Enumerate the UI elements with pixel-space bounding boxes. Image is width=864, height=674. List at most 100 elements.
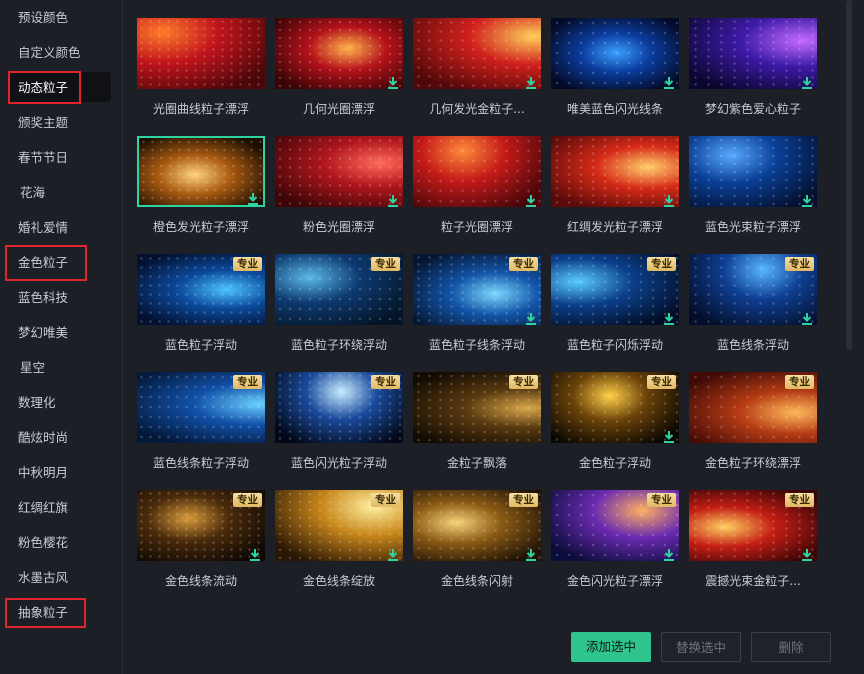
template-gallery: 光圈曲线粒子漂浮 几何光圈漂浮 几何发光金粒子... 唯美蓝色闪光线条 梦幻紫色爱心粒子… bbox=[123, 0, 864, 674]
download-icon[interactable] bbox=[247, 190, 259, 205]
download-icon[interactable] bbox=[525, 546, 537, 561]
template-title: 蓝色光束粒子漂浮 bbox=[704, 220, 801, 234]
template-card[interactable]: 专业 金色线条闪射 bbox=[413, 490, 541, 590]
sidebar-item[interactable]: 颁奖主题 bbox=[18, 113, 68, 133]
pro-badge: 专业 bbox=[509, 375, 538, 389]
sidebar-item[interactable]: 水墨古风 bbox=[18, 568, 68, 588]
template-thumbnail[interactable] bbox=[137, 136, 265, 207]
add-selected-button[interactable]: 添加选中 bbox=[571, 632, 651, 662]
delete-button[interactable]: 删除 bbox=[751, 632, 831, 662]
template-thumbnail[interactable]: 专业 bbox=[275, 254, 403, 325]
annotation-box-gold bbox=[5, 245, 87, 281]
particle-overlay bbox=[689, 136, 817, 207]
template-thumbnail[interactable]: 专业 bbox=[275, 490, 403, 561]
pro-badge: 专业 bbox=[785, 375, 814, 389]
template-thumbnail[interactable]: 专业 bbox=[137, 254, 265, 325]
template-thumbnail[interactable] bbox=[413, 18, 541, 89]
download-icon[interactable] bbox=[249, 546, 261, 561]
sidebar-item[interactable]: 婚礼爱情 bbox=[18, 218, 68, 238]
template-card[interactable]: 专业 蓝色线条粒子浮动 bbox=[137, 372, 265, 472]
download-icon[interactable] bbox=[387, 546, 399, 561]
download-icon[interactable] bbox=[801, 546, 813, 561]
pro-badge: 专业 bbox=[233, 257, 262, 271]
replace-selected-button[interactable]: 替换选中 bbox=[661, 632, 741, 662]
download-icon[interactable] bbox=[525, 310, 537, 325]
sidebar-item[interactable]: 酷炫时尚 bbox=[18, 428, 68, 448]
template-card[interactable]: 专业 蓝色线条浮动 bbox=[689, 254, 817, 354]
sidebar-item[interactable]: 星空 bbox=[20, 358, 45, 378]
template-thumbnail[interactable]: 专业 bbox=[689, 372, 817, 443]
template-card[interactable]: 蓝色光束粒子漂浮 bbox=[689, 136, 817, 236]
template-thumbnail[interactable] bbox=[275, 136, 403, 207]
template-thumbnail[interactable]: 专业 bbox=[689, 490, 817, 561]
template-card[interactable]: 橙色发光粒子漂浮 bbox=[137, 136, 265, 236]
sidebar-item[interactable]: 粉色樱花 bbox=[18, 533, 68, 553]
sidebar-item[interactable]: 预设颜色 bbox=[18, 8, 68, 28]
download-icon[interactable] bbox=[663, 74, 675, 89]
template-thumbnail[interactable] bbox=[413, 136, 541, 207]
template-card[interactable]: 专业 金色粒子浮动 bbox=[551, 372, 679, 472]
download-icon[interactable] bbox=[663, 428, 675, 443]
template-card[interactable]: 光圈曲线粒子漂浮 bbox=[137, 18, 265, 118]
template-thumbnail[interactable] bbox=[275, 18, 403, 89]
pro-badge: 专业 bbox=[785, 493, 814, 507]
template-card[interactable]: 专业 震撼光束金粒子... bbox=[689, 490, 817, 590]
template-card[interactable]: 专业 金色线条绽放 bbox=[275, 490, 403, 590]
template-thumbnail[interactable] bbox=[551, 18, 679, 89]
template-thumbnail[interactable] bbox=[551, 136, 679, 207]
template-thumbnail[interactable] bbox=[689, 136, 817, 207]
template-thumbnail[interactable]: 专业 bbox=[137, 372, 265, 443]
download-icon[interactable] bbox=[387, 192, 399, 207]
download-icon[interactable] bbox=[801, 192, 813, 207]
download-icon[interactable] bbox=[387, 74, 399, 89]
template-thumbnail[interactable]: 专业 bbox=[551, 490, 679, 561]
template-title: 梦幻紫色爱心粒子 bbox=[704, 102, 801, 116]
template-thumbnail[interactable]: 专业 bbox=[551, 372, 679, 443]
vertical-scrollbar[interactable] bbox=[846, 0, 852, 350]
template-card[interactable]: 专业 蓝色粒子环绕浮动 bbox=[275, 254, 403, 354]
pro-badge: 专业 bbox=[233, 493, 262, 507]
template-thumbnail[interactable]: 专业 bbox=[275, 372, 403, 443]
template-card[interactable]: 红绸发光粒子漂浮 bbox=[551, 136, 679, 236]
download-icon[interactable] bbox=[663, 192, 675, 207]
template-card[interactable]: 梦幻紫色爱心粒子 bbox=[689, 18, 817, 118]
template-thumbnail[interactable] bbox=[137, 18, 265, 89]
sidebar-item[interactable]: 中秋明月 bbox=[18, 463, 68, 483]
template-card[interactable]: 几何光圈漂浮 bbox=[275, 18, 403, 118]
template-card[interactable]: 专业 金色闪光粒子漂浮 bbox=[551, 490, 679, 590]
template-card[interactable]: 唯美蓝色闪光线条 bbox=[551, 18, 679, 118]
template-thumbnail[interactable]: 专业 bbox=[137, 490, 265, 561]
template-card[interactable]: 专业 蓝色粒子线条浮动 bbox=[413, 254, 541, 354]
template-thumbnail[interactable]: 专业 bbox=[413, 490, 541, 561]
template-card[interactable]: 专业 蓝色闪光粒子浮动 bbox=[275, 372, 403, 472]
template-card[interactable]: 专业 金色线条流动 bbox=[137, 490, 265, 590]
template-card[interactable]: 粒子光圈漂浮 bbox=[413, 136, 541, 236]
template-thumbnail[interactable]: 专业 bbox=[413, 254, 541, 325]
download-icon[interactable] bbox=[525, 74, 537, 89]
pro-badge: 专业 bbox=[785, 257, 814, 271]
download-icon[interactable] bbox=[663, 310, 675, 325]
sidebar-item[interactable]: 蓝色科技 bbox=[18, 288, 68, 308]
template-card[interactable]: 专业 蓝色粒子闪烁浮动 bbox=[551, 254, 679, 354]
template-thumbnail[interactable]: 专业 bbox=[689, 254, 817, 325]
pro-badge: 专业 bbox=[509, 493, 538, 507]
sidebar-item[interactable]: 梦幻唯美 bbox=[18, 323, 68, 343]
sidebar-item[interactable]: 数理化 bbox=[18, 393, 56, 413]
download-icon[interactable] bbox=[801, 74, 813, 89]
template-thumbnail[interactable] bbox=[689, 18, 817, 89]
sidebar-item[interactable]: 红绸红旗 bbox=[18, 498, 68, 518]
template-card[interactable]: 专业 蓝色粒子浮动 bbox=[137, 254, 265, 354]
sidebar-item[interactable]: 自定义颜色 bbox=[18, 43, 81, 63]
sidebar-item[interactable]: 春节节日 bbox=[18, 148, 68, 168]
template-thumbnail[interactable]: 专业 bbox=[551, 254, 679, 325]
download-icon[interactable] bbox=[525, 192, 537, 207]
download-icon[interactable] bbox=[801, 310, 813, 325]
template-card[interactable]: 专业 金粒子飘落 bbox=[413, 372, 541, 472]
sidebar-item[interactable]: 花海 bbox=[20, 183, 45, 203]
template-card[interactable]: 专业 金色粒子环绕漂浮 bbox=[689, 372, 817, 472]
template-title: 粒子光圈漂浮 bbox=[440, 220, 513, 234]
download-icon[interactable] bbox=[663, 546, 675, 561]
template-card[interactable]: 粉色光圈漂浮 bbox=[275, 136, 403, 236]
template-thumbnail[interactable]: 专业 bbox=[413, 372, 541, 443]
template-card[interactable]: 几何发光金粒子... bbox=[413, 18, 541, 118]
